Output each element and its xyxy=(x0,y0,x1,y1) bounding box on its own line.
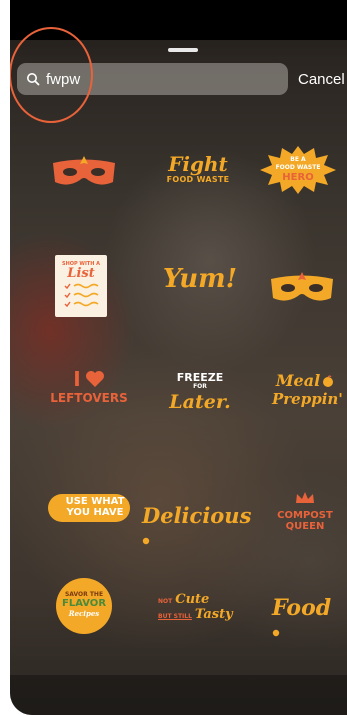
search-input[interactable] xyxy=(46,70,266,88)
sticker-text: Preppin' xyxy=(272,390,343,408)
sticker-text: SAVOR THE xyxy=(64,591,104,598)
checklist-icon xyxy=(64,283,99,308)
sticker-text: HERO xyxy=(282,172,314,183)
sticker-text: Cute xyxy=(175,592,210,607)
sticker-compost-queen[interactable]: COMPOST QUEEN xyxy=(272,491,338,537)
sticker-use-what-you-have[interactable]: USE WHAT YOU HAVE xyxy=(48,491,132,527)
search-icon xyxy=(27,73,40,86)
sticker-shop-with-a-list[interactable]: SHOP WITH A List xyxy=(55,255,107,317)
mask-icon xyxy=(53,156,115,185)
sticker-text: FOOD WASTE xyxy=(166,175,230,184)
search-bar[interactable] xyxy=(17,63,288,95)
sticker-text: Fight xyxy=(168,152,228,176)
sticker-food-waste-hero[interactable]: BE A FOOD WASTE HERO xyxy=(260,146,336,194)
sticker-savor-the-flavor[interactable]: SAVOR THE FLAVOR Recipes xyxy=(56,578,112,634)
sticker-text: I xyxy=(73,367,81,391)
sticker-text: Yum! xyxy=(162,264,238,294)
status-bar xyxy=(10,0,347,40)
sticker-text: Meal xyxy=(275,371,321,390)
sticker-text: NOT xyxy=(158,598,173,605)
sticker-text: Food xyxy=(272,595,332,621)
sticker-meal-preppin[interactable]: Meal Preppin' xyxy=(272,371,343,420)
crown-icon xyxy=(296,492,314,503)
sticker-yum[interactable]: Yum! xyxy=(160,262,240,302)
sticker-fight-food-waste[interactable]: Fight FOOD WASTE xyxy=(158,153,238,197)
cancel-button[interactable]: Cancel xyxy=(298,71,345,88)
sticker-not-cute-but-still-tasty[interactable]: NOT Cute BUT STILL Tasty xyxy=(158,592,240,628)
sticker-text: BUT STILL xyxy=(158,613,192,620)
dot-icon xyxy=(142,537,150,544)
sheet-grabber[interactable] xyxy=(168,48,198,52)
sticker-delicious[interactable]: Delicious xyxy=(142,500,252,544)
bottom-fade xyxy=(10,675,347,715)
sticker-mask-1[interactable] xyxy=(50,154,118,190)
dot-icon xyxy=(272,629,280,636)
sticker-picker-screen: Cancel Fight FOOD WASTE BE A FOOD WASTE … xyxy=(10,0,347,715)
sticker-food[interactable]: Food xyxy=(272,592,342,636)
sticker-mask-2[interactable] xyxy=(268,270,336,306)
sticker-text: Later. xyxy=(169,391,231,413)
sticker-i-love-leftovers[interactable]: I LEFTOVERS xyxy=(46,367,132,419)
sticker-text: FOOD WASTE xyxy=(275,164,321,171)
sticker-text: LEFTOVERS xyxy=(50,391,128,405)
sticker-text: Delicious xyxy=(142,503,252,528)
sticker-text: USE WHAT xyxy=(65,496,125,507)
sticker-text: FOR xyxy=(193,383,207,390)
apple-icon xyxy=(323,375,334,387)
sticker-text: FLAVOR xyxy=(61,598,107,609)
mask-icon xyxy=(271,272,333,301)
sticker-text: QUEEN xyxy=(285,521,325,532)
sticker-text: Tasty xyxy=(194,607,233,622)
sticker-freeze-for-later[interactable]: FREEZE FOR Later. xyxy=(165,372,235,422)
sticker-text: YOU HAVE xyxy=(66,507,124,518)
sticker-text: FREEZE xyxy=(176,371,224,384)
sticker-text: List xyxy=(67,266,95,281)
sticker-text: Recipes xyxy=(68,609,100,618)
heart-icon xyxy=(85,371,104,387)
sticker-text: BE A xyxy=(290,156,306,163)
sticker-text: COMPOST xyxy=(277,510,333,521)
